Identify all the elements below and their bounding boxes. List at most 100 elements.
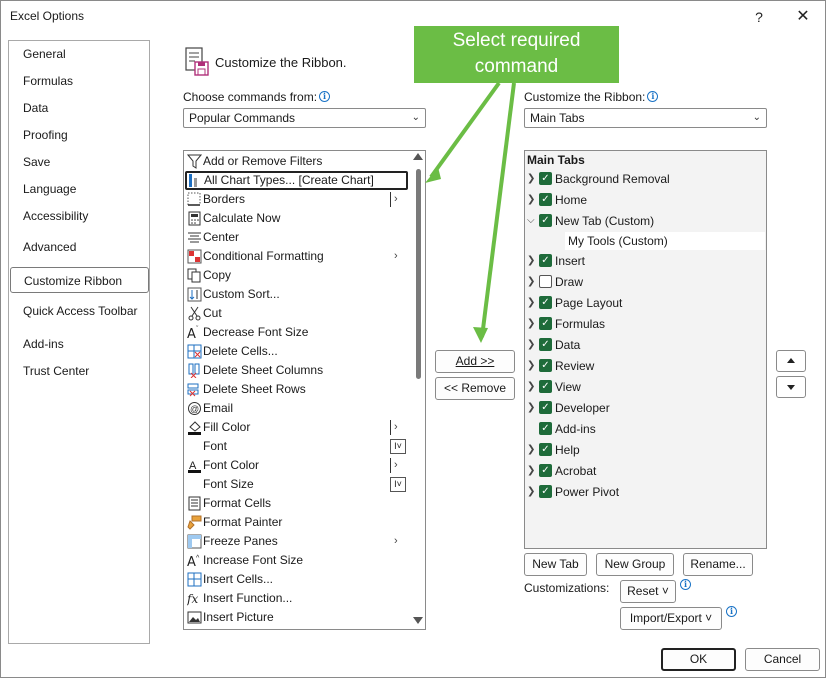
nav-item-customize-ribbon[interactable]: Customize Ribbon [10, 267, 149, 293]
commands-list[interactable]: Add or Remove Filters All Chart Types...… [183, 150, 426, 630]
expand-icon[interactable]: ❯ [527, 461, 535, 481]
expand-icon[interactable]: ❯ [527, 251, 535, 271]
checkbox-checked-icon[interactable]: ✓ [539, 338, 552, 351]
nav-item-language[interactable]: Language [10, 176, 148, 202]
format-painter-icon [187, 515, 202, 530]
list-item[interactable]: Format Cells [184, 494, 412, 513]
nav-item-advanced[interactable]: Advanced [10, 234, 148, 260]
list-item[interactable]: Font I˅ [184, 437, 412, 456]
scroll-thumb[interactable] [416, 169, 421, 379]
cancel-button[interactable]: Cancel [745, 648, 820, 671]
expand-icon[interactable]: ❯ [527, 377, 535, 397]
checkbox-checked-icon[interactable]: ✓ [539, 317, 552, 330]
nav-item-quick-access-toolbar[interactable]: Quick Access Toolbar [10, 298, 148, 324]
checkbox-checked-icon[interactable]: ✓ [539, 296, 552, 309]
checkbox-checked-icon[interactable]: ✓ [539, 380, 552, 393]
checkbox-checked-icon[interactable]: ✓ [539, 443, 552, 456]
list-item[interactable]: Borders › [184, 190, 412, 209]
list-item[interactable]: All Chart Types... [Create Chart] [185, 171, 408, 190]
import-export-button[interactable]: Import/Export ˅ [620, 607, 722, 630]
ok-button[interactable]: OK [661, 648, 736, 671]
commands-source-dropdown[interactable]: Popular Commands ⌄ [183, 108, 426, 128]
list-item[interactable]: Insert Cells... [184, 570, 412, 589]
expand-icon[interactable]: ❯ [527, 190, 535, 210]
rename-button[interactable]: Rename... [683, 553, 753, 576]
list-item[interactable]: Font Size I˅ [184, 475, 412, 494]
checkbox-checked-icon[interactable]: ✓ [539, 401, 552, 414]
list-item[interactable]: Freeze Panes › [184, 532, 412, 551]
nav-item-add-ins[interactable]: Add-ins [10, 331, 148, 357]
list-item[interactable]: Add or Remove Filters [184, 152, 412, 171]
list-item[interactable]: Delete Sheet Rows [184, 380, 412, 399]
checkbox-checked-icon[interactable]: ✓ [539, 254, 552, 267]
nav-item-proofing[interactable]: Proofing [10, 122, 148, 148]
nav-item-general[interactable]: General [10, 41, 148, 67]
tree-node-label: Power Pivot [555, 485, 620, 499]
new-tab-button[interactable]: New Tab [524, 553, 587, 576]
list-item[interactable]: Delete Cells... [184, 342, 412, 361]
new-group-button[interactable]: New Group [596, 553, 674, 576]
info-icon[interactable]: i [726, 606, 737, 617]
list-item[interactable]: Conditional Formatting › [184, 247, 412, 266]
list-item[interactable]: fx Insert Function... [184, 589, 412, 608]
expand-icon[interactable]: ❯ [527, 169, 535, 189]
expand-icon[interactable]: ❯ [527, 272, 535, 292]
close-button[interactable]: ✕ [785, 5, 821, 29]
nav-item-data[interactable]: Data [10, 95, 148, 121]
checkbox-checked-icon[interactable]: ✓ [539, 172, 552, 185]
expand-icon[interactable]: ❯ [527, 482, 535, 502]
move-down-button[interactable] [776, 376, 806, 398]
arrow-down-icon [787, 385, 795, 390]
list-item[interactable]: Calculate Now [184, 209, 412, 228]
tree-node-my-tools[interactable]: My Tools (Custom) [565, 232, 765, 250]
expand-icon[interactable]: ❯ [527, 314, 535, 334]
checkbox-checked-icon[interactable]: ✓ [539, 485, 552, 498]
checkbox-checked-icon[interactable]: ✓ [539, 193, 552, 206]
list-item-label: Font [203, 439, 228, 453]
add-button[interactable]: Add >> [435, 350, 515, 373]
list-item[interactable]: Center [184, 228, 412, 247]
checkbox-checked-icon[interactable]: ✓ [539, 214, 552, 227]
nav-item-save[interactable]: Save [10, 149, 148, 175]
expand-icon[interactable]: ❯ [527, 293, 535, 313]
expand-icon[interactable]: ❯ [527, 335, 535, 355]
checkbox-checked-icon[interactable]: ✓ [539, 422, 552, 435]
list-item[interactable]: A Font Color › [184, 456, 412, 475]
move-up-button[interactable] [776, 350, 806, 372]
nav-item-trust-center[interactable]: Trust Center [10, 358, 148, 384]
commands-scrollbar[interactable] [411, 151, 425, 629]
reset-button[interactable]: Reset ˅ [620, 580, 676, 603]
remove-button[interactable]: << Remove [435, 377, 515, 400]
info-icon[interactable]: i [319, 91, 331, 102]
list-item[interactable]: Fill Color › [184, 418, 412, 437]
list-item[interactable]: Delete Sheet Columns [184, 361, 412, 380]
list-item[interactable]: A ^ Increase Font Size [184, 551, 412, 570]
checkbox-checked-icon[interactable]: ✓ [539, 464, 552, 477]
ribbon-tabs-dropdown[interactable]: Main Tabs ⌄ [524, 108, 767, 128]
list-item-label: Fill Color [203, 420, 251, 434]
customize-ribbon-label-text: Customize the Ribbon: [524, 90, 646, 104]
list-item[interactable]: Aˇ Decrease Font Size [184, 323, 412, 342]
nav-item-accessibility[interactable]: Accessibility [10, 203, 148, 229]
expand-icon[interactable]: ❯ [527, 356, 535, 376]
list-item[interactable]: @ Email [184, 399, 412, 418]
tree-node-label: Data [555, 338, 581, 352]
info-icon[interactable]: i [680, 579, 691, 590]
info-icon[interactable]: i [647, 91, 659, 102]
help-button[interactable]: ? [741, 5, 777, 29]
nav-item-formulas[interactable]: Formulas [10, 68, 148, 94]
list-item[interactable]: Cut [184, 304, 412, 323]
list-item[interactable]: Copy [184, 266, 412, 285]
expand-icon[interactable]: ❯ [527, 440, 535, 460]
scroll-up-arrow-icon[interactable] [413, 153, 423, 160]
expand-icon[interactable]: ❯ [527, 398, 535, 418]
scroll-down-arrow-icon[interactable] [413, 617, 423, 624]
ribbon-tabs-tree[interactable]: Main Tabs ❯ ✓ Background Removal ❯ ✓ Home ⌵ ✓… [524, 150, 767, 549]
list-item[interactable]: Insert Picture [184, 608, 412, 627]
collapse-icon[interactable]: ⌵ [527, 211, 535, 231]
list-item-label: All Chart Types... [Create Chart] [204, 173, 374, 187]
list-item[interactable]: Format Painter [184, 513, 412, 532]
list-item[interactable]: Custom Sort... [184, 285, 412, 304]
checkbox-checked-icon[interactable]: ✓ [539, 359, 552, 372]
checkbox-unchecked-icon[interactable] [539, 275, 552, 288]
